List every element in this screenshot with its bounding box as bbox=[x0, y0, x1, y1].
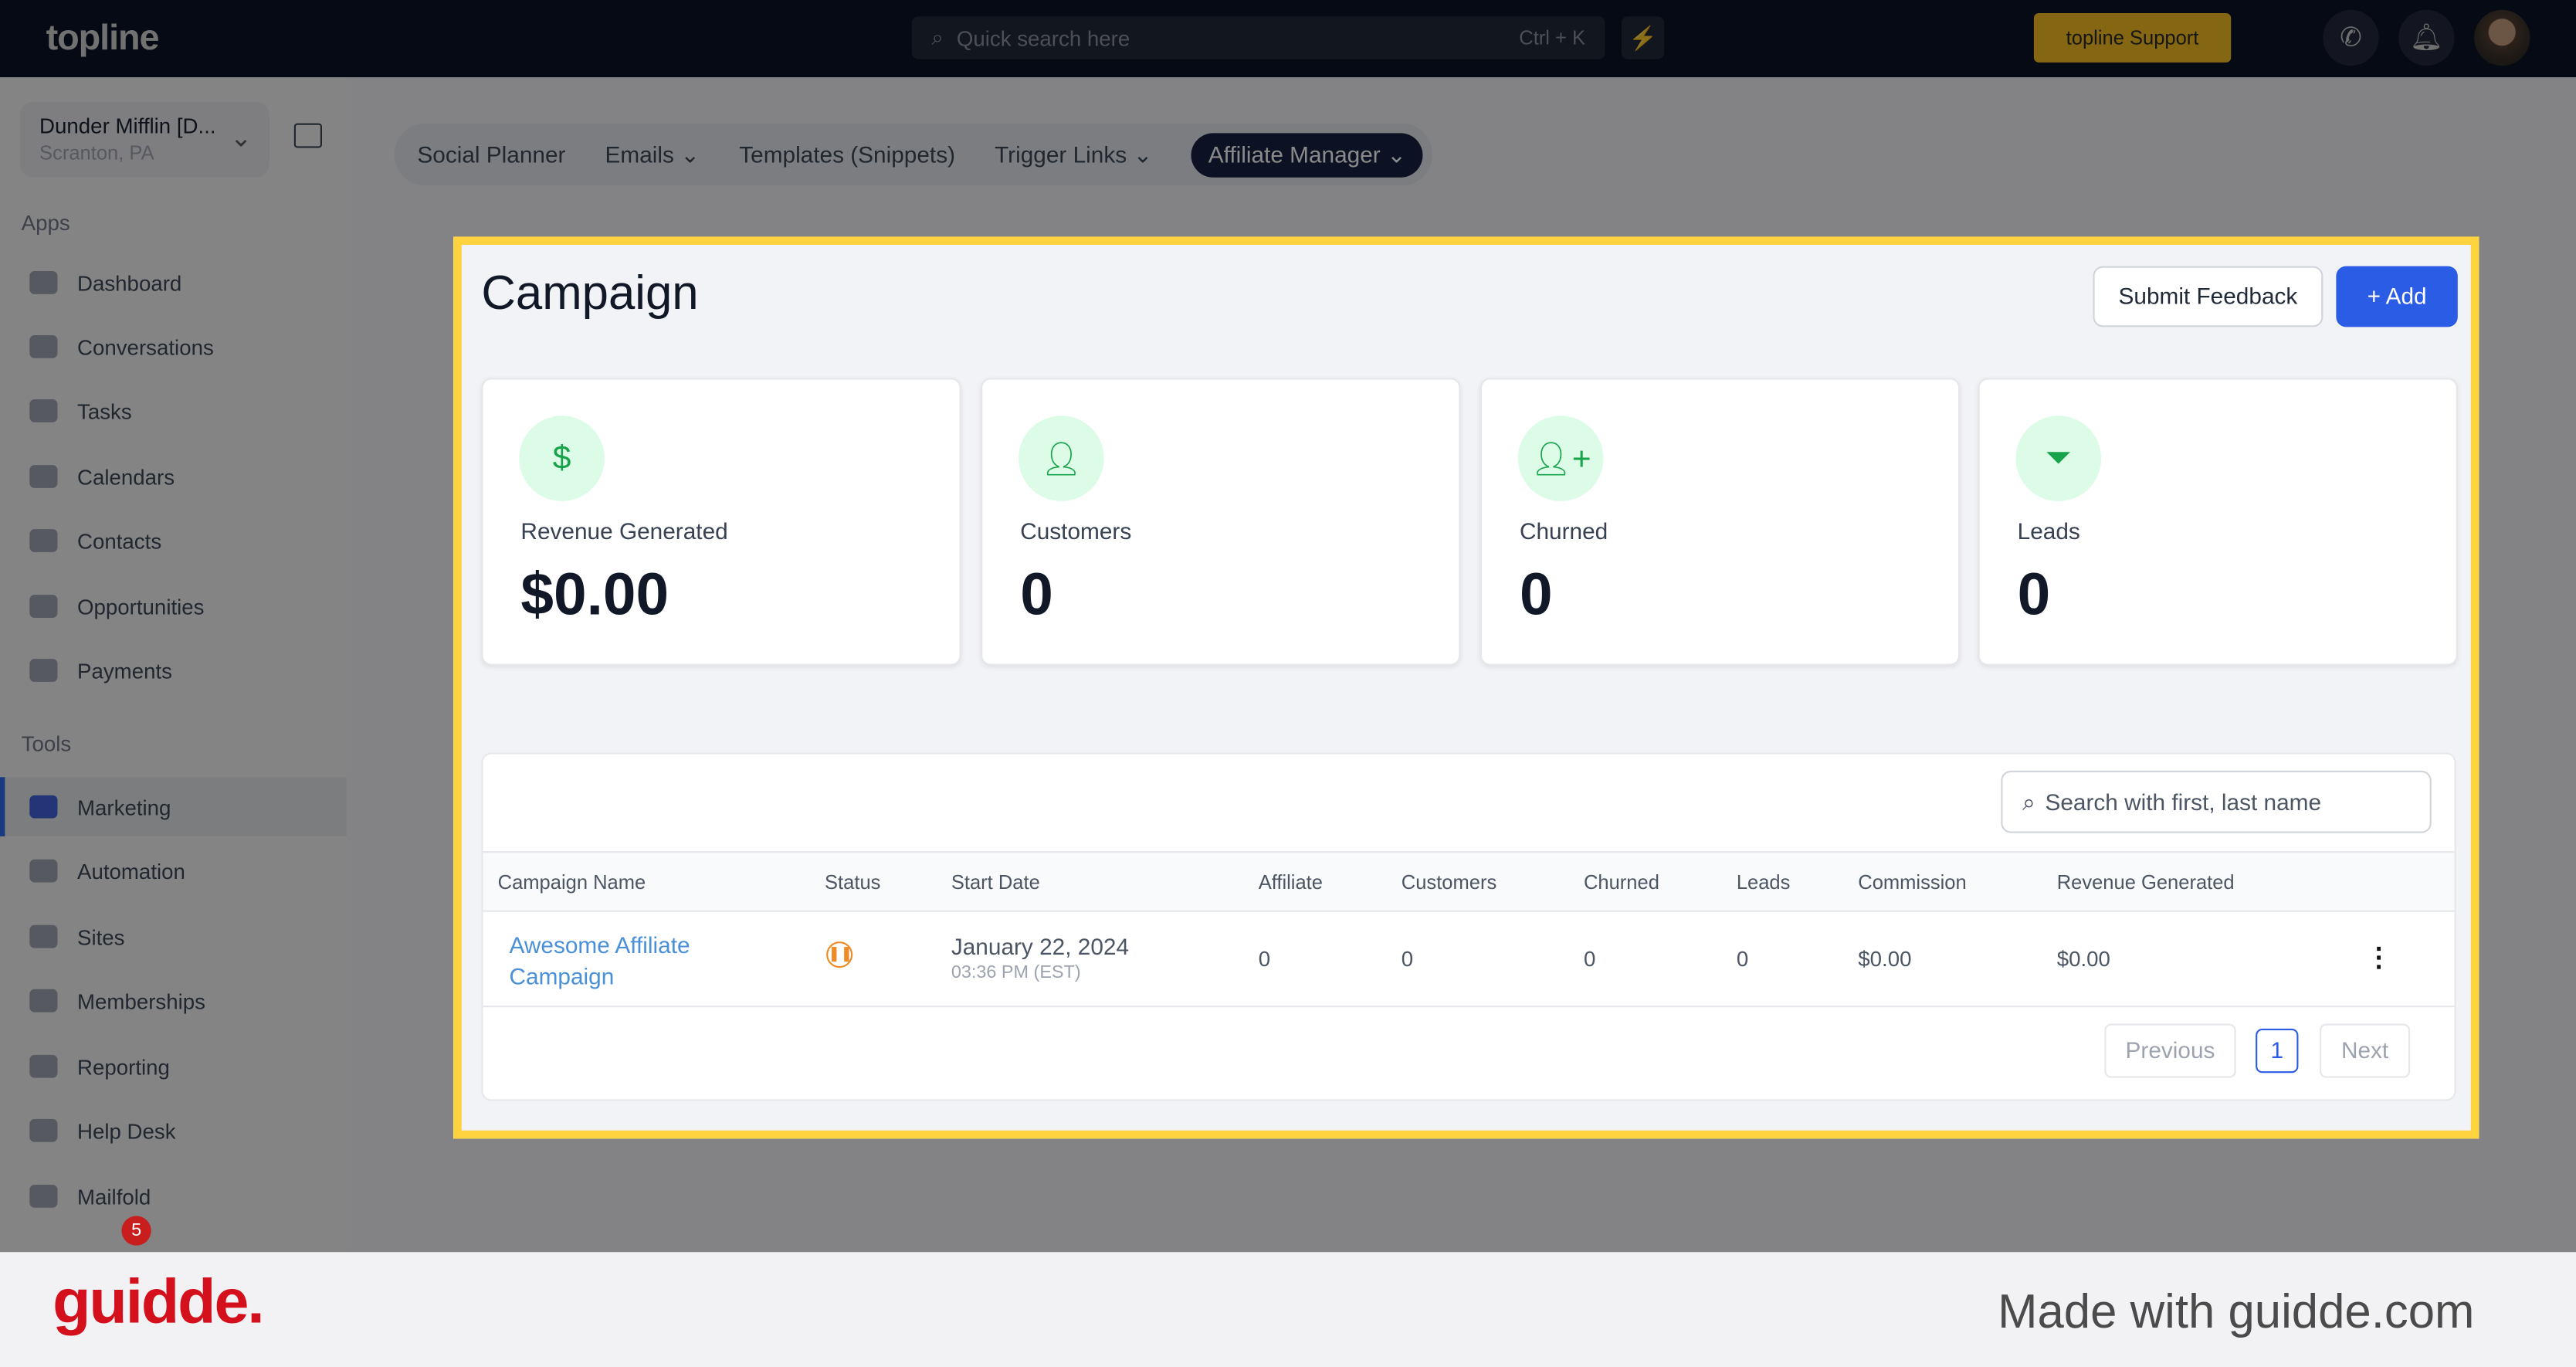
label: Dashboard bbox=[76, 270, 182, 295]
help-icon bbox=[29, 1118, 58, 1142]
label: Opportunities bbox=[76, 594, 205, 619]
label: Payments bbox=[76, 658, 172, 683]
label: Tasks bbox=[76, 398, 132, 423]
label: Mailfold bbox=[76, 1183, 151, 1209]
megaphone-icon bbox=[29, 795, 58, 819]
gears-icon bbox=[29, 859, 58, 883]
label: Contacts bbox=[76, 528, 162, 553]
label: Reporting bbox=[76, 1053, 170, 1079]
tasks-icon bbox=[29, 399, 58, 422]
phone-icon[interactable]: ✆ bbox=[2323, 9, 2379, 66]
sidebar-item-dashboard[interactable]: Dashboard bbox=[0, 253, 347, 313]
sidebar-item-calendars[interactable]: Calendars bbox=[0, 447, 347, 507]
made-with-text: Made with guidde.com bbox=[1998, 1286, 2475, 1339]
sidebar-item-conversations[interactable]: Conversations bbox=[0, 317, 347, 377]
label: Help Desk bbox=[76, 1118, 176, 1143]
account-name: Dunder Mifflin [D... bbox=[39, 113, 216, 138]
tab-affiliate-manager[interactable]: Affiliate Manager ⌄ bbox=[1191, 132, 1423, 177]
sidebar-item-automation[interactable]: Automation bbox=[0, 841, 347, 901]
globe-icon bbox=[29, 924, 58, 948]
search-placeholder: Quick search here bbox=[956, 25, 1130, 50]
avatar[interactable] bbox=[2474, 9, 2530, 66]
sidebar-item-sites[interactable]: Sites bbox=[0, 907, 347, 966]
quick-search[interactable]: ⌕ Quick search here Ctrl + K bbox=[911, 16, 1605, 59]
sidebar-item-memberships[interactable]: Memberships bbox=[0, 971, 347, 1030]
label: Automation bbox=[76, 858, 185, 884]
support-button[interactable]: topline Support bbox=[2033, 13, 2232, 63]
lightning-icon[interactable]: ⚡ bbox=[1621, 16, 1665, 59]
account-location: Scranton, PA bbox=[39, 141, 154, 165]
sidebar-item-contacts[interactable]: Contacts bbox=[0, 511, 347, 571]
chevron-down-icon: ⌄ bbox=[229, 124, 253, 153]
label: Sites bbox=[76, 924, 125, 949]
mail-icon bbox=[29, 1184, 58, 1208]
tab-emails[interactable]: Emails ⌄ bbox=[605, 141, 700, 168]
sidebar-item-marketing[interactable]: Marketing bbox=[0, 777, 347, 836]
card-icon bbox=[29, 659, 58, 682]
dashboard-icon bbox=[29, 271, 58, 294]
notification-badge: 5 bbox=[121, 1216, 151, 1246]
contacts-icon bbox=[29, 529, 58, 552]
apps-heading: Apps bbox=[21, 210, 70, 236]
marketing-tabs: Social Planner Emails ⌄ Templates (Snipp… bbox=[394, 123, 1432, 186]
sidebar-item-payments[interactable]: Payments bbox=[0, 641, 347, 700]
tools-heading: Tools bbox=[21, 731, 72, 756]
target-icon bbox=[29, 595, 58, 618]
sidebar-item-reporting[interactable]: Reporting bbox=[0, 1036, 347, 1096]
sidebar-item-opportunities[interactable]: Opportunities bbox=[0, 577, 347, 636]
search-icon: ⌕ bbox=[931, 24, 944, 49]
tab-templates[interactable]: Templates (Snippets) bbox=[739, 141, 955, 168]
logo[interactable]: topline bbox=[46, 16, 160, 59]
shortcut-hint: Ctrl + K bbox=[1519, 26, 1586, 49]
sidebar-item-mailfold[interactable]: Mailfold bbox=[0, 1167, 347, 1226]
tab-social-planner[interactable]: Social Planner bbox=[417, 141, 565, 168]
sidebar-toggle-icon[interactable] bbox=[293, 123, 322, 148]
app-root: topline ⌕ Quick search here Ctrl + K ⚡ top… bbox=[0, 0, 2576, 1367]
account-switcher[interactable]: Dunder Mifflin [D... Scranton, PA ⌄ bbox=[19, 101, 269, 178]
pie-chart-icon bbox=[29, 1054, 58, 1078]
sidebar-item-help-desk[interactable]: Help Desk bbox=[0, 1101, 347, 1160]
members-icon bbox=[29, 989, 58, 1013]
label: Memberships bbox=[76, 988, 206, 1013]
calendar-icon bbox=[29, 465, 58, 488]
label: Marketing bbox=[76, 794, 171, 819]
highlight-frame bbox=[453, 236, 2479, 1139]
label: Calendars bbox=[76, 464, 175, 489]
chat-icon bbox=[29, 335, 58, 358]
guidde-logo: guidde. bbox=[53, 1268, 265, 1338]
sidebar-item-tasks[interactable]: Tasks bbox=[0, 382, 347, 441]
tab-trigger-links[interactable]: Trigger Links ⌄ bbox=[995, 141, 1152, 168]
bell-icon[interactable]: 🔔︎ bbox=[2398, 9, 2455, 66]
label: Conversations bbox=[76, 334, 214, 359]
